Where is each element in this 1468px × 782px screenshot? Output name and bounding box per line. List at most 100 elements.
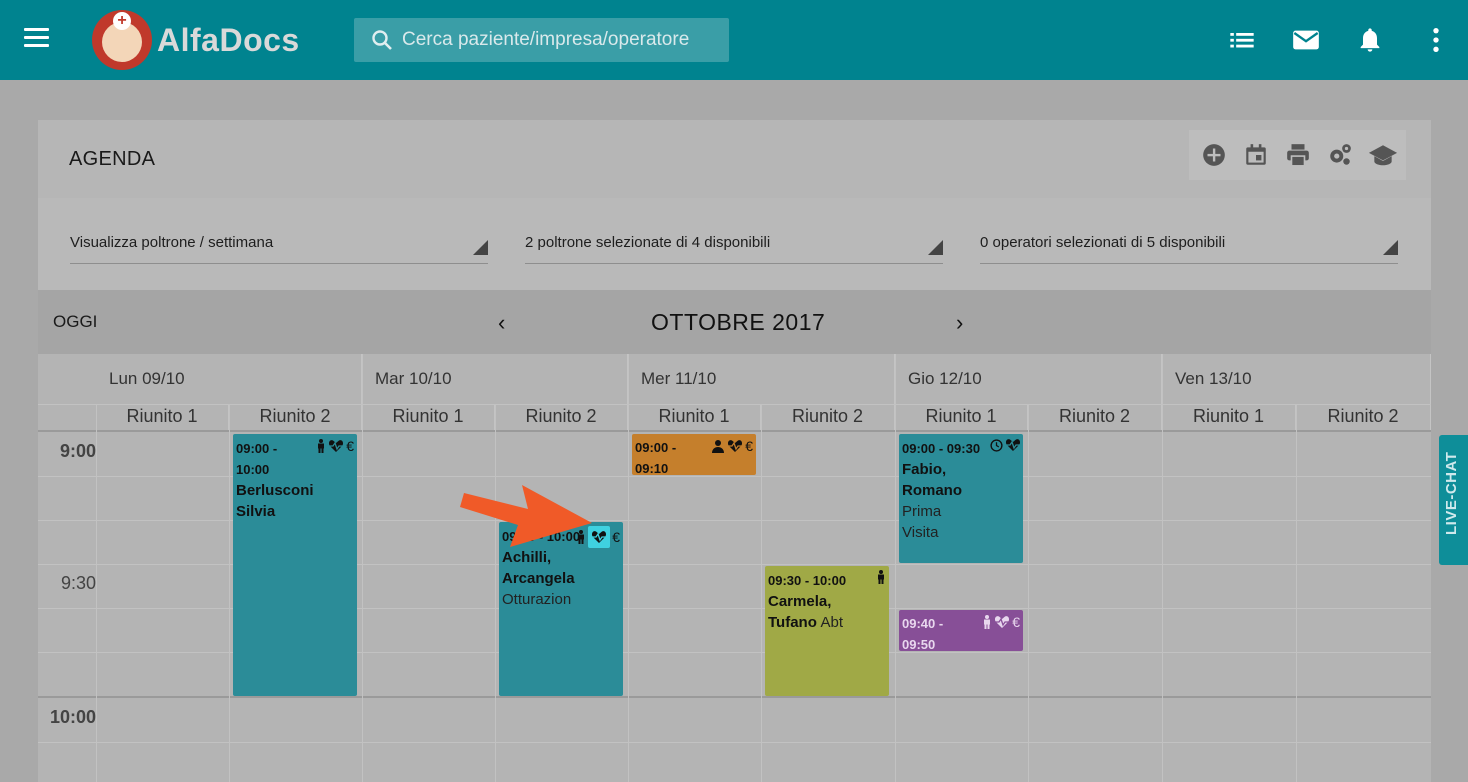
chair-header: Riunito 2 — [761, 404, 895, 430]
next-arrow-icon[interactable]: › — [956, 310, 963, 336]
patient-name: Fabio, Romano — [902, 461, 962, 499]
calendar-icon[interactable] — [1243, 142, 1269, 168]
grid-line — [895, 354, 896, 782]
more-vert-icon[interactable] — [1422, 26, 1450, 54]
heart-pulse-icon — [1005, 439, 1021, 451]
view-select-value: Visualizza poltrone / settimana — [70, 234, 274, 251]
settings-icon[interactable] — [1327, 142, 1353, 168]
doctor-icon — [712, 440, 725, 453]
grid-line — [38, 696, 1431, 698]
person-icon — [878, 570, 884, 584]
chairs-select[interactable]: 2 poltrone selezionate di 4 disponibili — [525, 234, 943, 264]
day-header: Mer 11/10 — [628, 354, 895, 404]
chair-header: Riunito 1 — [1162, 404, 1296, 430]
appointment-card[interactable]: 09:00 - 09:30 Fabio, Romano Prima Visita — [899, 434, 1023, 563]
appointment-description: Otturazion — [502, 591, 572, 608]
chair-header: Riunito 2 — [1296, 404, 1431, 430]
dropdown-triangle-icon — [473, 240, 488, 255]
time-label: 9:00 — [59, 441, 96, 461]
appointment-description: Prima Visita — [902, 503, 942, 541]
menu-icon[interactable] — [24, 28, 49, 48]
day-header: Gio 12/10 — [895, 354, 1162, 404]
heart-pulse-icon — [728, 440, 743, 452]
appointment-card[interactable]: 09:00 - 09:10 € — [632, 434, 756, 475]
euro-icon: € — [346, 438, 354, 454]
prev-arrow-icon[interactable]: ‹ — [498, 310, 505, 336]
bell-icon[interactable] — [1356, 26, 1384, 54]
person-icon — [984, 615, 991, 629]
chair-header: Riunito 2 — [1028, 404, 1162, 430]
operators-select[interactable]: 0 operatori selezionati di 5 disponibili — [980, 234, 1398, 264]
school-icon[interactable] — [1367, 142, 1399, 168]
chair-header: Riunito 1 — [96, 404, 229, 430]
appointment-card[interactable]: 09:40 - 09:50 € — [899, 610, 1023, 651]
grid-line — [495, 404, 496, 782]
day-header: Mar 10/10 — [362, 354, 628, 404]
add-circle-icon[interactable] — [1201, 142, 1227, 168]
dropdown-triangle-icon — [928, 240, 943, 255]
logo-text: AlfaDocs — [157, 22, 300, 58]
week-grid: Lun 09/10 Mar 10/10 Mer 11/10 Gio 12/10 … — [38, 354, 1431, 782]
clock-icon — [990, 438, 1003, 452]
appointment-card[interactable]: 09:00 - 10:00 Achilli, Arcangela Otturaz… — [499, 522, 623, 696]
time-label: 10:00 — [49, 707, 96, 727]
logo-icon: + — [92, 10, 152, 70]
heart-pulse-icon[interactable] — [588, 526, 611, 548]
chair-header: Riunito 1 — [362, 404, 495, 430]
appointment-time: 09:40 - 09:50 — [902, 616, 944, 651]
euro-icon: € — [612, 529, 620, 545]
grid-line — [761, 404, 762, 782]
chairs-select-value: 2 poltrone selezionate di 4 disponibili — [525, 234, 771, 251]
top-app-bar: + AlfaDocs — [0, 0, 1468, 80]
appointment-time: 09:00 - 09:10 — [635, 440, 677, 475]
dropdown-triangle-icon — [1383, 240, 1398, 255]
grid-line — [1296, 404, 1297, 782]
grid-line — [38, 430, 1431, 432]
heart-pulse-icon — [329, 440, 344, 452]
chair-header: Riunito 1 — [895, 404, 1028, 430]
euro-icon: € — [745, 438, 753, 454]
operators-select-value: 0 operatori selezionati di 5 disponibili — [980, 234, 1226, 251]
person-icon — [578, 530, 585, 544]
search-input[interactable] — [402, 18, 722, 62]
grid-line — [1028, 404, 1029, 782]
day-header: Ven 13/10 — [1162, 354, 1431, 404]
grid-line — [38, 742, 1431, 743]
live-chat-tab[interactable]: LIVE-CHAT — [1439, 435, 1468, 565]
appointment-time: 09:00 - 10:00 — [236, 441, 278, 477]
print-icon[interactable] — [1285, 142, 1311, 168]
filters-bar: Visualizza poltrone / settimana 2 poltro… — [38, 198, 1431, 290]
patient-name: Achilli, Arcangela — [502, 549, 575, 587]
grid-line — [1162, 354, 1163, 782]
person-icon — [318, 439, 325, 453]
patient-name: Berlusconi Silvia — [236, 482, 314, 520]
agenda-card: AGENDA Visualizza poltrone / settimana 2… — [38, 120, 1431, 782]
euro-icon: € — [1012, 614, 1020, 630]
grid-line — [362, 354, 363, 782]
grid-line — [38, 404, 1431, 405]
live-chat-label: LIVE-CHAT — [1443, 451, 1460, 535]
search-box[interactable] — [354, 18, 729, 62]
grid-line — [628, 354, 629, 782]
appointment-card[interactable]: 09:30 - 10:00 Carmela, Tufano Abt — [765, 566, 889, 696]
page-title: AGENDA — [69, 148, 156, 170]
mail-icon[interactable] — [1292, 26, 1320, 54]
time-label: 9:30 — [60, 573, 96, 593]
appointment-card[interactable]: 09:00 - 10:00 Berlusconi Silvia € — [233, 434, 357, 696]
agenda-toolbar — [1189, 130, 1406, 180]
search-icon — [372, 30, 392, 50]
chair-header: Riunito 2 — [495, 404, 628, 430]
list-icon[interactable] — [1228, 26, 1256, 54]
heart-pulse-icon — [995, 616, 1010, 628]
appointment-description: Abt — [820, 614, 844, 631]
grid-line — [229, 404, 230, 782]
chair-header: Riunito 2 — [229, 404, 362, 430]
calendar-nav: OGGI ‹ OTTOBRE 2017 › — [38, 290, 1431, 354]
view-select[interactable]: Visualizza poltrone / settimana — [70, 234, 488, 264]
appointment-time: 09:30 - 10:00 — [768, 573, 847, 588]
chair-header: Riunito 1 — [628, 404, 761, 430]
day-header: Lun 09/10 — [96, 354, 362, 404]
today-button[interactable]: OGGI — [53, 312, 97, 332]
month-label: OTTOBRE 2017 — [651, 309, 826, 335]
grid-line — [96, 404, 97, 782]
